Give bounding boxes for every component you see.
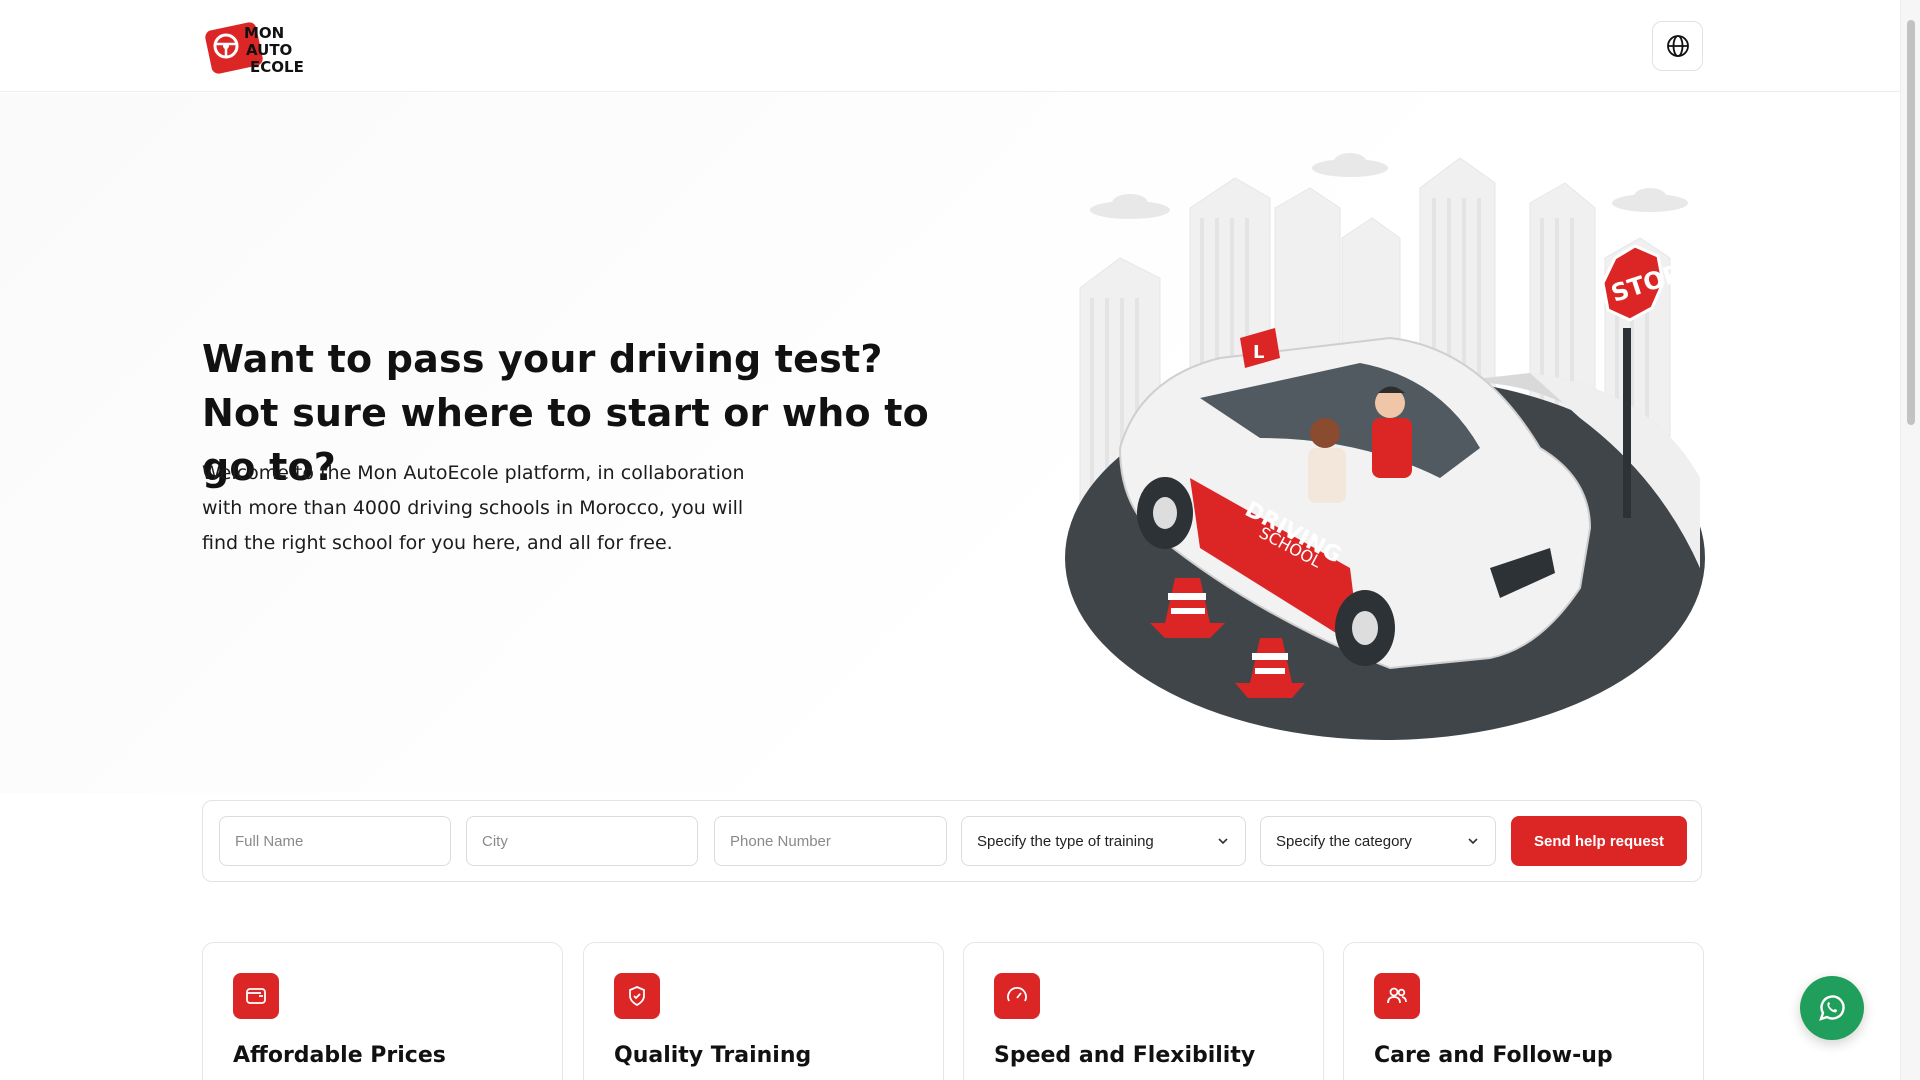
whatsapp-button[interactable]: [1800, 976, 1864, 1040]
logo-line-1: MON: [244, 24, 284, 42]
shield-check-icon: [614, 973, 660, 1019]
hero-description: Welcome to the Mon AutoEcole platform, i…: [202, 462, 745, 554]
l-sign-text: L: [1253, 342, 1264, 363]
feature-card-speed: Speed and Flexibility: [963, 942, 1324, 1080]
site-header: MON AUTO ECOLE: [0, 0, 1900, 92]
feature-title: Quality Training: [614, 1043, 812, 1068]
feature-card-care: Care and Follow-up: [1343, 942, 1704, 1080]
logo-line-3: ECOLE: [250, 58, 304, 76]
feature-title: Affordable Prices: [233, 1043, 446, 1068]
feature-title: Speed and Flexibility: [994, 1043, 1256, 1068]
whatsapp-icon: [1819, 995, 1845, 1021]
phone-field[interactable]: [714, 816, 947, 866]
globe-icon: [1666, 35, 1689, 57]
feature-card-quality: Quality Training: [583, 942, 944, 1080]
scrollbar-thumb[interactable]: [1907, 20, 1915, 425]
full-name-input[interactable]: [235, 832, 435, 850]
send-help-request-button[interactable]: Send help request: [1511, 816, 1687, 866]
mon-autoecole-logo[interactable]: MON AUTO ECOLE: [204, 16, 324, 78]
phone-input[interactable]: [730, 832, 931, 850]
city-input[interactable]: [482, 832, 682, 850]
speedometer-icon: [994, 973, 1040, 1019]
wallet-icon: [233, 973, 279, 1019]
users-icon: [1374, 973, 1420, 1019]
help-request-form: Specify the type of training Specify the…: [202, 800, 1702, 882]
category-select[interactable]: Specify the category: [1260, 816, 1496, 866]
chevron-down-icon: [1468, 838, 1478, 845]
chevron-down-icon: [1218, 838, 1228, 845]
page-scrollbar[interactable]: [1900, 0, 1920, 1080]
feature-title: Care and Follow-up: [1374, 1043, 1613, 1068]
training-type-value: Specify the type of training: [977, 832, 1154, 850]
logo-line-2: AUTO: [246, 41, 292, 59]
feature-card-prices: Affordable Prices: [202, 942, 563, 1080]
language-button[interactable]: [1652, 21, 1703, 71]
category-value: Specify the category: [1276, 832, 1412, 850]
city-field[interactable]: [466, 816, 698, 866]
full-name-field[interactable]: [219, 816, 451, 866]
driving-school-illustration: STOP DRIVING SCHOOL L: [1060, 148, 1705, 743]
training-type-select[interactable]: Specify the type of training: [961, 816, 1246, 866]
